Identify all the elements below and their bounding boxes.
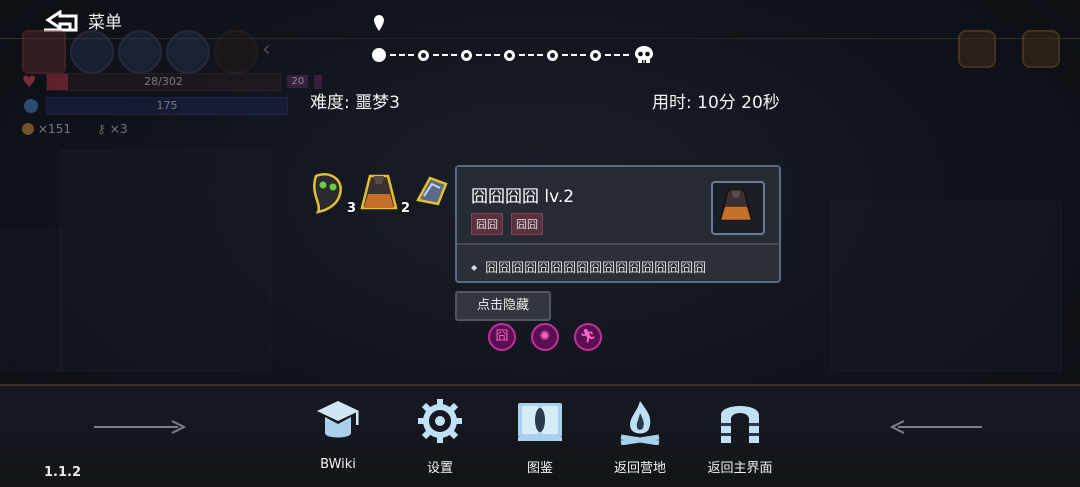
player-stats: ♥ 28/302 20 175 bbox=[22, 72, 322, 121]
route-node bbox=[504, 49, 515, 61]
key-count: ⚷ ×3 bbox=[96, 122, 128, 136]
hp-text: 28/302 bbox=[144, 74, 183, 88]
route-node bbox=[590, 49, 601, 61]
level-bar bbox=[314, 74, 322, 89]
item-slot[interactable] bbox=[410, 170, 452, 216]
hide-button[interactable]: 点击隐藏 bbox=[455, 291, 551, 321]
hp-bar: 28/302 bbox=[45, 72, 282, 91]
background-wall bbox=[60, 150, 272, 372]
background-wall bbox=[0, 230, 62, 372]
tooltip-header: 囧囧囧囧 lv.2 囧囧 囧囧 bbox=[457, 167, 779, 245]
chevron-left-icon: ‹ bbox=[262, 37, 271, 62]
campfire-icon bbox=[620, 401, 660, 446]
skill-slot bbox=[22, 30, 66, 74]
cloak-icon bbox=[360, 174, 398, 210]
mana-bar: 175 bbox=[46, 97, 288, 115]
item-title: 囧囧囧囧 lv.2 bbox=[471, 187, 575, 207]
mana-text: 175 bbox=[156, 99, 178, 112]
route-node-current bbox=[372, 48, 386, 62]
item-list: 3 2 bbox=[306, 170, 452, 216]
book-icon bbox=[518, 403, 562, 441]
skill-slot bbox=[166, 30, 210, 74]
crystal-icon bbox=[416, 176, 448, 206]
archway-icon bbox=[721, 406, 759, 443]
nav-return-camp-button[interactable]: 返回营地 bbox=[600, 397, 680, 476]
level-badge: 20 bbox=[287, 75, 309, 88]
cloak-icon bbox=[719, 189, 753, 221]
route-node bbox=[461, 49, 472, 61]
back-arrow-icon bbox=[44, 9, 78, 31]
elapsed-time: 用时: 10分 20秒 bbox=[652, 93, 780, 113]
coin-icon bbox=[22, 123, 34, 135]
plague-mask-icon bbox=[313, 173, 342, 214]
bullet-icon: ◆ bbox=[471, 263, 478, 272]
skill-slot bbox=[118, 30, 162, 74]
item-count: 3 bbox=[346, 201, 356, 216]
route-node bbox=[547, 49, 558, 61]
nav-label: 图鉴 bbox=[526, 461, 553, 476]
resources: ×151 ⚷ ×3 bbox=[22, 122, 127, 136]
nav-label: 设置 bbox=[426, 461, 453, 476]
nav-codex-button[interactable]: 图鉴 bbox=[500, 397, 580, 476]
key-icon: ⚷ bbox=[96, 122, 106, 136]
tooltip-item-frame bbox=[711, 181, 765, 235]
item-tags: 囧囧 囧囧 bbox=[471, 213, 543, 235]
effect-chip[interactable]: 囧 bbox=[488, 323, 516, 351]
route-progress bbox=[372, 45, 655, 65]
ornament-left-icon bbox=[94, 420, 187, 434]
effect-chips: 囧 ✺ 🏃︎ bbox=[488, 323, 602, 351]
nav-label: BWiki bbox=[320, 457, 356, 472]
heart-icon: ♥ bbox=[22, 72, 37, 91]
nav-label: 返回营地 bbox=[613, 461, 666, 476]
ornament-right-icon bbox=[889, 420, 982, 434]
item-tooltip: 囧囧囧囧 lv.2 囧囧 囧囧 ◆ 囧囧囧囧囧囧囧囧囧囧囧囧囧囧囧囧囧 bbox=[455, 165, 781, 283]
skill-slots: ‹ bbox=[22, 30, 278, 74]
gear-icon bbox=[418, 399, 462, 443]
graduation-cap-icon bbox=[317, 401, 359, 438]
skill-slot bbox=[70, 30, 114, 74]
item-slot[interactable]: 3 bbox=[306, 170, 356, 216]
sun-rune-icon[interactable]: ✺ bbox=[531, 323, 559, 351]
item-count: 2 bbox=[400, 201, 410, 216]
nav-label: 返回主界面 bbox=[707, 461, 773, 476]
background-wall bbox=[830, 200, 1062, 372]
nav-return-main-button[interactable]: 返回主界面 bbox=[700, 397, 780, 476]
item-slot-selected[interactable]: 2 bbox=[356, 170, 410, 216]
quest-button[interactable] bbox=[958, 30, 996, 68]
item-tag: 囧囧 bbox=[471, 213, 503, 235]
map-pin-icon bbox=[374, 15, 384, 31]
running-figure-icon[interactable]: 🏃︎ bbox=[574, 323, 602, 351]
pause-button[interactable] bbox=[1022, 30, 1060, 68]
item-description: ◆ 囧囧囧囧囧囧囧囧囧囧囧囧囧囧囧囧囧 bbox=[471, 261, 707, 276]
nav-settings-button[interactable]: 设置 bbox=[400, 397, 480, 476]
difficulty-label: 难度: 噩梦3 bbox=[310, 93, 400, 113]
version-label: 1.1.2 bbox=[44, 465, 82, 480]
mana-icon bbox=[24, 99, 38, 113]
nav-bwiki-button[interactable]: BWiki bbox=[298, 397, 378, 472]
skill-slot bbox=[214, 30, 258, 74]
coin-count: ×151 bbox=[22, 122, 71, 136]
route-node bbox=[418, 49, 429, 61]
item-tag: 囧囧 bbox=[511, 213, 543, 235]
skull-icon bbox=[635, 46, 653, 63]
